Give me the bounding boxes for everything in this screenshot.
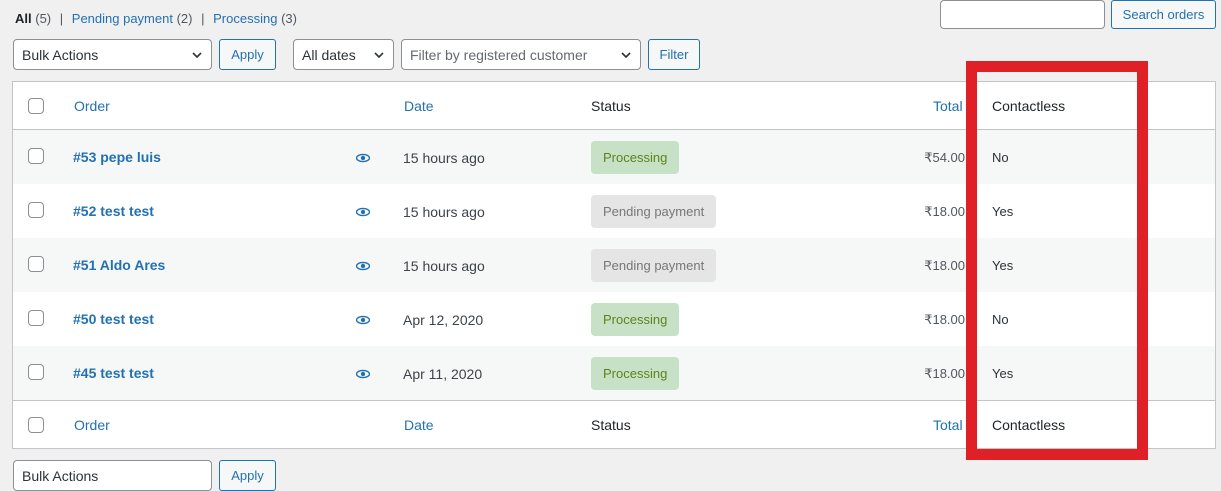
date-filter-select[interactable]: All dates <box>293 39 394 70</box>
table-row[interactable]: #53 pepe luis 15 hours ago Processing ₹5… <box>13 130 1215 184</box>
filter-separator: | <box>201 11 205 26</box>
status-badge: Pending payment <box>591 195 717 228</box>
order-title-link[interactable]: #53 pepe luis <box>73 149 161 165</box>
order-date: 15 hours ago <box>403 204 485 220</box>
order-total: ₹18.00 <box>924 366 965 381</box>
search-orders-input[interactable] <box>940 0 1105 29</box>
filter-pending-payment-link[interactable]: Pending payment <box>72 11 173 26</box>
order-contactless: No <box>992 150 1009 165</box>
order-total: ₹18.00 <box>924 258 965 273</box>
date-filter-value: All dates <box>302 46 356 63</box>
table-header-row: Order Date Status Total Contactless <box>13 82 1215 130</box>
order-total: ₹54.00 <box>924 150 965 165</box>
column-status-header: Status <box>591 98 631 114</box>
table-row[interactable]: #50 test test Apr 12, 2020 Processing ₹1… <box>13 292 1215 346</box>
column-contactless-header: Contactless <box>992 98 1066 114</box>
order-title-link[interactable]: #50 test test <box>73 311 154 327</box>
column-contactless-footer: Contactless <box>992 417 1066 433</box>
orders-table: Order Date Status Total Contactless #53 … <box>12 81 1216 449</box>
eye-icon[interactable] <box>356 207 370 217</box>
bulk-actions-select-bottom[interactable]: Bulk Actions <box>13 460 212 491</box>
table-row[interactable]: #51 Aldo Ares 15 hours ago Pending payme… <box>13 238 1215 292</box>
bulk-actions-value: Bulk Actions <box>22 468 99 484</box>
order-date: 15 hours ago <box>403 258 485 274</box>
chevron-down-icon <box>374 52 384 59</box>
bulk-actions-select[interactable]: Bulk Actions <box>13 39 212 70</box>
row-checkbox[interactable] <box>28 364 44 380</box>
customer-filter-placeholder: Filter by registered customer <box>410 46 588 63</box>
row-checkbox[interactable] <box>28 256 44 272</box>
filter-all-label[interactable]: All <box>15 11 32 26</box>
order-date: 15 hours ago <box>403 150 485 166</box>
order-contactless: No <box>992 312 1009 327</box>
select-all-checkbox[interactable] <box>28 98 44 114</box>
status-badge: Processing <box>591 357 680 390</box>
column-date-header[interactable]: Date <box>404 98 434 114</box>
order-title-link[interactable]: #52 test test <box>73 203 154 219</box>
column-total-footer[interactable]: Total <box>933 417 963 433</box>
filter-processing-link[interactable]: Processing <box>213 11 277 26</box>
filter-all-count: (5) <box>35 11 52 26</box>
order-contactless: Yes <box>992 258 1014 273</box>
order-date: Apr 12, 2020 <box>403 312 484 328</box>
chevron-down-icon <box>621 52 631 59</box>
order-contactless: Yes <box>992 366 1014 381</box>
column-date-footer[interactable]: Date <box>404 417 434 433</box>
row-checkbox[interactable] <box>28 148 44 164</box>
row-checkbox[interactable] <box>28 202 44 218</box>
eye-icon[interactable] <box>356 315 370 325</box>
status-badge: Pending payment <box>591 249 717 282</box>
table-row[interactable]: #45 test test Apr 11, 2020 Processing ₹1… <box>13 346 1215 400</box>
filter-pending-count: (2) <box>176 11 193 26</box>
search-orders-button[interactable]: Search orders <box>1111 0 1216 29</box>
order-date: Apr 11, 2020 <box>403 366 483 382</box>
eye-icon[interactable] <box>356 261 370 271</box>
filter-button[interactable]: Filter <box>648 39 700 70</box>
column-order-footer[interactable]: Order <box>74 417 110 433</box>
select-all-checkbox[interactable] <box>28 417 44 433</box>
chevron-down-icon <box>192 52 202 59</box>
order-title-link[interactable]: #51 Aldo Ares <box>73 257 165 273</box>
filter-processing-count: (3) <box>281 11 297 26</box>
order-total: ₹18.00 <box>924 312 965 327</box>
eye-icon[interactable] <box>356 153 370 163</box>
customer-filter-select[interactable]: Filter by registered customer <box>401 39 641 70</box>
column-total-header[interactable]: Total <box>933 98 963 114</box>
row-checkbox[interactable] <box>28 310 44 326</box>
status-badge: Processing <box>591 303 680 336</box>
order-title-link[interactable]: #45 test test <box>73 365 154 381</box>
filter-separator: | <box>59 11 64 26</box>
status-filter-links: All (5) | Pending payment (2) | Processi… <box>15 11 297 26</box>
eye-icon[interactable] <box>356 369 370 379</box>
order-contactless: Yes <box>992 204 1014 219</box>
bulk-actions-value: Bulk Actions <box>22 46 99 63</box>
apply-button-bottom[interactable]: Apply <box>219 460 276 491</box>
order-total: ₹18.00 <box>924 204 965 219</box>
table-footer-row: Order Date Status Total Contactless <box>13 400 1215 448</box>
status-badge: Processing <box>591 141 680 174</box>
column-order-header[interactable]: Order <box>74 98 110 114</box>
column-status-footer: Status <box>591 417 631 433</box>
apply-button[interactable]: Apply <box>219 39 276 70</box>
table-row[interactable]: #52 test test 15 hours ago Pending payme… <box>13 184 1215 238</box>
